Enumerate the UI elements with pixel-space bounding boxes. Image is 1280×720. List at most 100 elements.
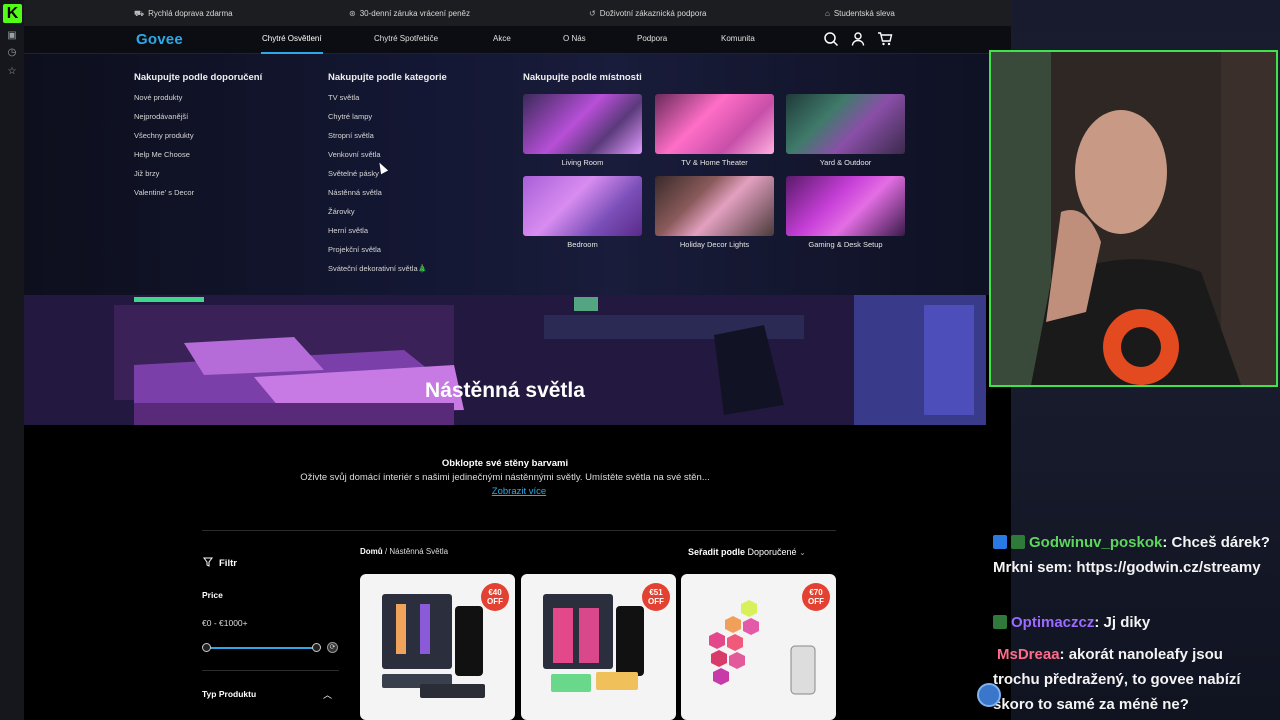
sort-value: Doporučené	[747, 547, 797, 557]
menu-link[interactable]: Sváteční dekorativní světla🎄	[328, 264, 427, 273]
chat-username[interactable]: MsDreaa	[997, 646, 1060, 663]
promo-bar: ⛟ Rychlá doprava zdarma ⊛ 30-denní záruka …	[24, 0, 1011, 26]
chat-message: Godwinuv_poskok: Chceš dárek? Mrkni sem:…	[993, 530, 1273, 580]
screen: K ▣ ◷ ☆ ⛟ Rychlá doprava zdarma ⊛ 30-denní…	[0, 0, 1280, 720]
subscriber-icon	[993, 615, 1007, 629]
chat-message: Optimaczcz: Jj diky	[993, 610, 1273, 635]
room-tile-tv-home-theater[interactable]	[655, 94, 774, 154]
truck-icon: ⛟	[134, 9, 145, 18]
price-slider-max-handle[interactable]	[312, 643, 321, 652]
user-icon[interactable]	[850, 31, 866, 47]
intro-text: Oživte svůj domácí interiér s našimi jed…	[300, 472, 710, 483]
show-more-link[interactable]: Zobrazit více	[24, 486, 1011, 497]
col-room-title: Nakupujte podle místnosti	[523, 72, 642, 83]
menu-link[interactable]: Již brzy	[134, 169, 159, 178]
menu-link[interactable]: Nejprodávanější	[134, 112, 188, 121]
history-icon[interactable]: ◷	[6, 47, 18, 59]
menu-link[interactable]: Chytré lampy	[328, 112, 372, 121]
menu-link[interactable]: TV světla	[328, 93, 359, 102]
menu-link[interactable]: Projekční světla	[328, 245, 381, 254]
browser-page: ⛟ Rychlá doprava zdarma ⊛ 30-denní záruka …	[24, 0, 1011, 720]
chevron-down-icon: ⌄	[799, 548, 806, 557]
room-label[interactable]: Yard & Outdoor	[786, 158, 905, 167]
sort-dropdown[interactable]: Seřadit podle Doporučené ⌄	[688, 547, 806, 557]
nav-item-smart-lighting[interactable]: Chytré Osvětlení	[262, 34, 322, 43]
product-type-label[interactable]: Typ Produktu	[202, 689, 256, 699]
price-slider-min-handle[interactable]	[202, 643, 211, 652]
room-label[interactable]: Living Room	[523, 158, 642, 167]
menu-link[interactable]: Světelné pásky	[328, 169, 379, 178]
cart-icon[interactable]	[877, 31, 893, 47]
discount-badge: €40 OFF	[481, 583, 509, 611]
graduation-cap-icon: ⌂	[825, 9, 830, 18]
govee-logo[interactable]: Govee	[136, 31, 183, 48]
money-back-icon: ⊛	[349, 9, 356, 18]
room-label[interactable]: Bedroom	[523, 240, 642, 249]
room-label[interactable]: Holiday Decor Lights	[655, 240, 774, 249]
product-card[interactable]: €70 OFF	[681, 574, 836, 720]
nav-item-smart-appliances[interactable]: Chytré Spotřebiče	[374, 34, 438, 43]
nav-item-support[interactable]: Podpora	[637, 34, 667, 43]
filter-header[interactable]: Filtr	[203, 557, 237, 569]
nav-item-community[interactable]: Komunita	[721, 34, 755, 43]
room-tile-living-room[interactable]	[523, 94, 642, 154]
room-tile-holiday-decor[interactable]	[655, 176, 774, 236]
hero-bedroom-image	[24, 295, 986, 425]
col-category-title: Nakupujte podle kategorie	[328, 72, 447, 83]
intro-heading: Obklopte své stěny barvami	[441, 458, 569, 469]
menu-link[interactable]: Stropní světla	[328, 131, 374, 140]
chevron-up-icon[interactable]: ︿	[323, 688, 332, 701]
chat-username[interactable]: Optimaczcz	[1011, 614, 1094, 631]
col-recommended-title: Nakupujte podle doporučení	[134, 72, 263, 83]
discount-badge: €70 OFF	[802, 583, 830, 611]
room-tile-bedroom[interactable]	[523, 176, 642, 236]
hero-title: Nástěnná světla	[425, 379, 585, 402]
mega-menu: Nakupujte podle doporučení Nové produkty…	[24, 54, 1011, 295]
breadcrumb-current: Nástěnná Světla	[389, 547, 449, 556]
product-card[interactable]: €51 OFF	[521, 574, 676, 720]
badge-icon	[993, 535, 1007, 549]
discount-badge: €51 OFF	[642, 583, 670, 611]
chat-username[interactable]: Godwinuv_poskok	[1029, 534, 1162, 551]
divider	[202, 670, 339, 671]
breadcrumb-home[interactable]: Domů	[360, 547, 383, 556]
webcam-feed	[989, 50, 1278, 387]
menu-link[interactable]: Venkovní světla	[328, 150, 381, 159]
nav-item-about[interactable]: O Nás	[563, 34, 586, 43]
filter-icon	[203, 557, 213, 567]
sort-label: Seřadit podle	[688, 547, 746, 557]
promo-item-guarantee: ⊛ 30-denní záruka vrácení peněz	[349, 9, 470, 18]
star-icon[interactable]: ☆	[6, 66, 18, 78]
room-tile-yard-outdoor[interactable]	[786, 94, 905, 154]
product-card[interactable]: €40 OFF	[360, 574, 515, 720]
divider	[202, 530, 836, 531]
hero-banner: Nástěnná světla	[24, 295, 986, 425]
kick-logo-icon[interactable]: K	[3, 4, 22, 23]
chat-widget-icon[interactable]	[977, 683, 1001, 707]
room-label[interactable]: TV & Home Theater	[655, 158, 774, 167]
promo-item-support: ↺ Doživotní zákaznická podpora	[589, 9, 707, 18]
chat-text: : Jj diky	[1094, 614, 1151, 631]
price-slider-track[interactable]	[206, 647, 316, 649]
menu-link[interactable]: Valentine' s Decor	[134, 188, 194, 197]
nav-item-deals[interactable]: Akce	[493, 34, 511, 43]
price-range-value: €0 - €1000+	[202, 618, 248, 628]
menu-link[interactable]: Nástěnná světla	[328, 188, 382, 197]
menu-link[interactable]: Žárovky	[328, 207, 355, 216]
headset-icon: ↺	[589, 9, 596, 18]
search-icon[interactable]	[823, 31, 839, 47]
promo-item-shipping: ⛟ Rychlá doprava zdarma	[134, 9, 233, 18]
breadcrumb: Domů / Nástěnná Světla	[360, 547, 449, 556]
room-label[interactable]: Gaming & Desk Setup	[786, 240, 905, 249]
menu-link[interactable]: Nové produkty	[134, 93, 182, 102]
menu-link[interactable]: Všechny produkty	[134, 131, 194, 140]
subscriber-icon	[1011, 535, 1025, 549]
price-label: Price	[202, 590, 223, 600]
menu-link[interactable]: Herní světla	[328, 226, 368, 235]
price-apply-icon[interactable]: ⟳	[327, 642, 338, 653]
room-tile-gaming-desk[interactable]	[786, 176, 905, 236]
app-sidebar: K ▣ ◷ ☆	[0, 0, 24, 720]
menu-link[interactable]: Help Me Choose	[134, 150, 190, 159]
bookmark-icon[interactable]: ▣	[6, 30, 18, 42]
chat-message: MsDreaa: akorát nanoleafy jsou trochu př…	[993, 642, 1273, 717]
